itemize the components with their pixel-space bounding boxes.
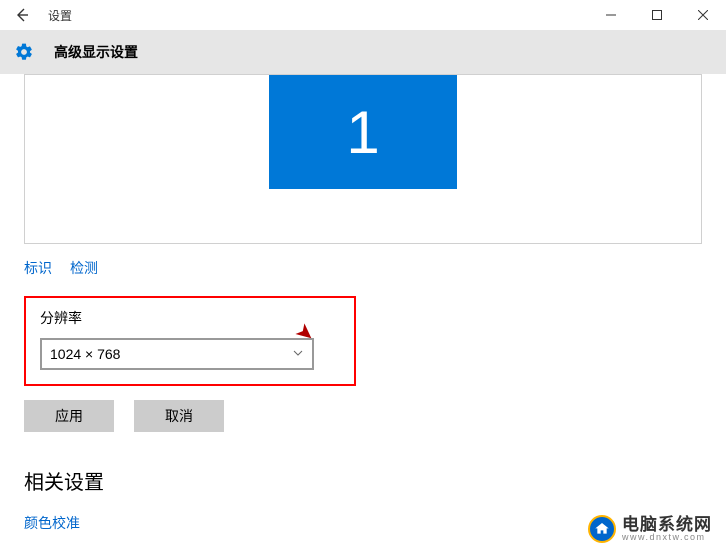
watermark: 电脑系统网 www.dnxtw.com xyxy=(588,515,712,543)
monitor-1-label: 1 xyxy=(346,98,379,167)
resolution-section-highlight: 分辨率 1024 × 768 ➤ xyxy=(24,296,356,386)
detect-link[interactable]: 检测 xyxy=(70,258,98,278)
resolution-value: 1024 × 768 xyxy=(50,346,120,362)
action-buttons: 应用 取消 xyxy=(24,400,702,432)
minimize-icon xyxy=(606,10,616,20)
resolution-label: 分辨率 xyxy=(40,308,340,328)
apply-button[interactable]: 应用 xyxy=(24,400,114,432)
display-actions: 标识 检测 xyxy=(24,258,702,278)
content-area: 1 标识 检测 分辨率 1024 × 768 ➤ 应用 取消 相关设置 颜色校准 xyxy=(0,74,726,533)
chevron-down-icon xyxy=(292,347,304,362)
related-settings-heading: 相关设置 xyxy=(24,466,702,495)
displays-preview: 1 xyxy=(24,74,702,244)
minimize-button[interactable] xyxy=(588,0,634,30)
watermark-house-icon xyxy=(588,515,616,543)
back-button[interactable] xyxy=(0,0,44,30)
watermark-main: 电脑系统网 xyxy=(622,516,712,533)
page-title: 高级显示设置 xyxy=(54,42,138,62)
cancel-button[interactable]: 取消 xyxy=(134,400,224,432)
titlebar: 设置 xyxy=(0,0,726,30)
close-icon xyxy=(698,10,708,20)
maximize-icon xyxy=(652,10,662,20)
identify-link[interactable]: 标识 xyxy=(24,258,52,278)
window-title: 设置 xyxy=(48,7,72,24)
window-controls xyxy=(588,0,726,30)
settings-gear-icon[interactable] xyxy=(14,42,34,62)
watermark-sub: www.dnxtw.com xyxy=(622,533,712,542)
watermark-text: 电脑系统网 www.dnxtw.com xyxy=(622,516,712,542)
resolution-dropdown[interactable]: 1024 × 768 xyxy=(40,338,314,370)
arrow-left-icon xyxy=(14,7,30,23)
header-bar: 高级显示设置 xyxy=(0,30,726,74)
maximize-button[interactable] xyxy=(634,0,680,30)
close-button[interactable] xyxy=(680,0,726,30)
monitor-1-tile[interactable]: 1 xyxy=(269,75,457,189)
